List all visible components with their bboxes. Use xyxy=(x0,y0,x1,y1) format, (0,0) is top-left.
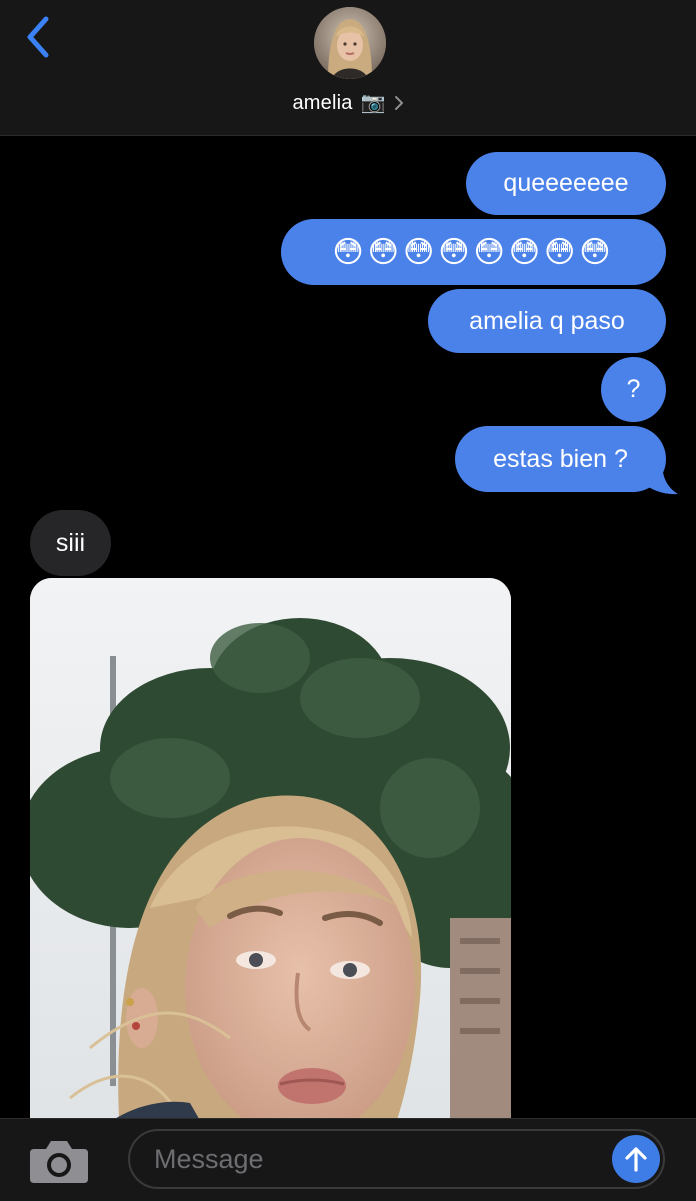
chevron-left-icon xyxy=(27,16,49,58)
outgoing-message[interactable]: amelia q paso xyxy=(428,289,666,353)
message-text: 😳😳😳😳😳😳😳😳 xyxy=(332,234,615,270)
message-text: estas bien ? xyxy=(493,444,628,473)
send-button[interactable] xyxy=(612,1135,660,1183)
message-text: queeeeeee xyxy=(503,169,629,197)
contact-details-link[interactable]: amelia 📷 xyxy=(0,88,696,118)
conversation-header: amelia 📷 xyxy=(0,0,696,136)
bubble-tail xyxy=(640,462,678,495)
arrow-up-icon xyxy=(625,1147,647,1172)
photo-image xyxy=(30,578,511,1138)
outgoing-message[interactable]: estas bien ? xyxy=(455,426,666,492)
photo-attachment[interactable] xyxy=(30,578,511,1138)
camera-button[interactable] xyxy=(28,1137,90,1185)
camera-icon xyxy=(30,1141,88,1183)
composer-bar xyxy=(0,1118,696,1201)
outgoing-message[interactable]: ? xyxy=(601,357,666,422)
outgoing-message[interactable]: 😳😳😳😳😳😳😳😳 xyxy=(281,219,666,285)
message-text: amelia q paso xyxy=(469,306,625,335)
avatar-image xyxy=(314,7,386,79)
outgoing-message[interactable]: queeeeeee xyxy=(466,152,666,215)
message-text: siii xyxy=(55,528,86,557)
incoming-message[interactable]: siii xyxy=(30,510,111,576)
chevron-right-icon xyxy=(394,95,404,111)
contact-name: amelia xyxy=(292,91,353,114)
camera-emoji-icon: 📷 xyxy=(360,92,386,114)
back-button[interactable] xyxy=(18,14,58,60)
avatar[interactable] xyxy=(314,7,386,79)
message-input[interactable] xyxy=(128,1129,665,1189)
message-text: ? xyxy=(626,375,641,403)
